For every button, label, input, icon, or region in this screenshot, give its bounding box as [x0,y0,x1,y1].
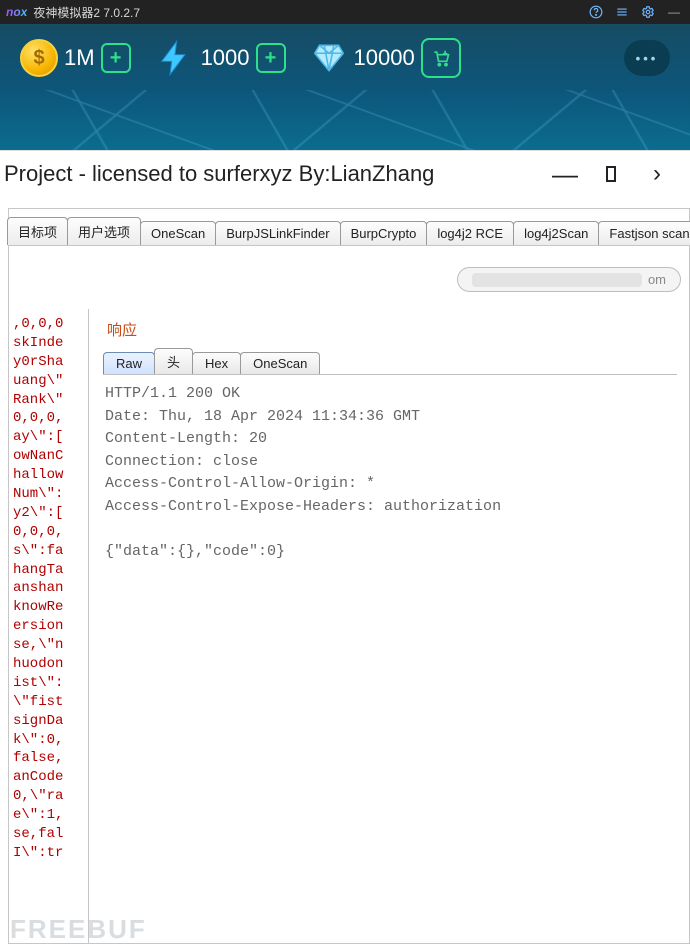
minimize-icon[interactable]: — [664,2,684,22]
burp-titlebar: Project - licensed to surferxyz By:LianZ… [0,151,690,196]
watermark: FREEBUF [10,914,147,945]
burp-tab-5[interactable]: log4j2 RCE [426,221,514,245]
window-minimize-button[interactable]: — [542,151,588,196]
bolt-icon [155,38,195,78]
burp-tab-7[interactable]: Fastjson scan [598,221,690,245]
response-subtab-hex[interactable]: Hex [192,352,241,374]
nox-window: nox 夜神模拟器2 7.0.2.7 — $ 1M + 1000 + 10000… [0,0,690,150]
response-panel: 响应 Raw头HexOneScan HTTP/1.1 200 OK Date: … [89,309,689,943]
burp-tab-2[interactable]: OneScan [140,221,216,245]
menu-icon[interactable] [612,2,632,22]
host-suffix: om [648,272,666,287]
burp-tab-0[interactable]: 目标项 [7,217,68,245]
shop-button[interactable] [421,38,461,78]
burp-window: Project - licensed to surferxyz By:LianZ… [0,150,690,951]
nox-title: 夜神模拟器2 7.0.2.7 [33,4,140,21]
more-button[interactable]: ••• [624,40,670,76]
gear-icon[interactable] [638,2,658,22]
burp-tab-1[interactable]: 用户选项 [67,217,141,245]
energy-amount: 1000 [201,45,250,71]
nox-logo: nox [6,5,27,19]
game-topbar: $ 1M + 1000 + 10000 ••• [0,24,690,92]
burp-tab-3[interactable]: BurpJSLinkFinder [215,221,340,245]
response-subtab-头[interactable]: 头 [154,348,193,374]
energy-resource: 1000 + [155,38,286,78]
coin-icon: $ [20,39,58,77]
nox-titlebar: nox 夜神模拟器2 7.0.2.7 — [0,0,690,24]
host-chip[interactable]: om [457,267,681,292]
split-pane: ,0,0,0 skInde y0rSha uang\" Rank\" 0,0,0… [9,309,689,943]
response-subtabs: Raw头HexOneScan [103,348,677,375]
help-icon[interactable] [586,2,606,22]
add-coins-button[interactable]: + [101,43,131,73]
diamonds-resource: 10000 [310,38,461,78]
add-energy-button[interactable]: + [256,43,286,73]
decorative-network-lines [0,90,690,150]
response-body[interactable]: HTTP/1.1 200 OK Date: Thu, 18 Apr 2024 1… [101,375,677,571]
response-subtab-raw[interactable]: Raw [103,352,155,374]
request-fragment-panel: ,0,0,0 skInde y0rSha uang\" Rank\" 0,0,0… [9,309,89,943]
window-close-button[interactable]: › [634,151,680,196]
burp-tab-6[interactable]: log4j2Scan [513,221,599,245]
burp-title: Project - licensed to surferxyz By:LianZ… [4,161,434,187]
host-redacted [472,273,642,287]
diamond-icon [310,39,348,77]
burp-main-pane: 目标项用户选项OneScanBurpJSLinkFinderBurpCrypto… [8,208,690,944]
diamonds-amount: 10000 [354,45,415,71]
window-maximize-button[interactable] [588,166,634,182]
coins-amount: 1M [64,45,95,71]
response-subtab-onescan[interactable]: OneScan [240,352,320,374]
coins-resource: $ 1M + [20,39,131,77]
burp-tab-4[interactable]: BurpCrypto [340,221,428,245]
burp-tabrow: 目标项用户选项OneScanBurpJSLinkFinderBurpCrypto… [8,209,689,246]
response-label: 响应 [107,319,677,340]
